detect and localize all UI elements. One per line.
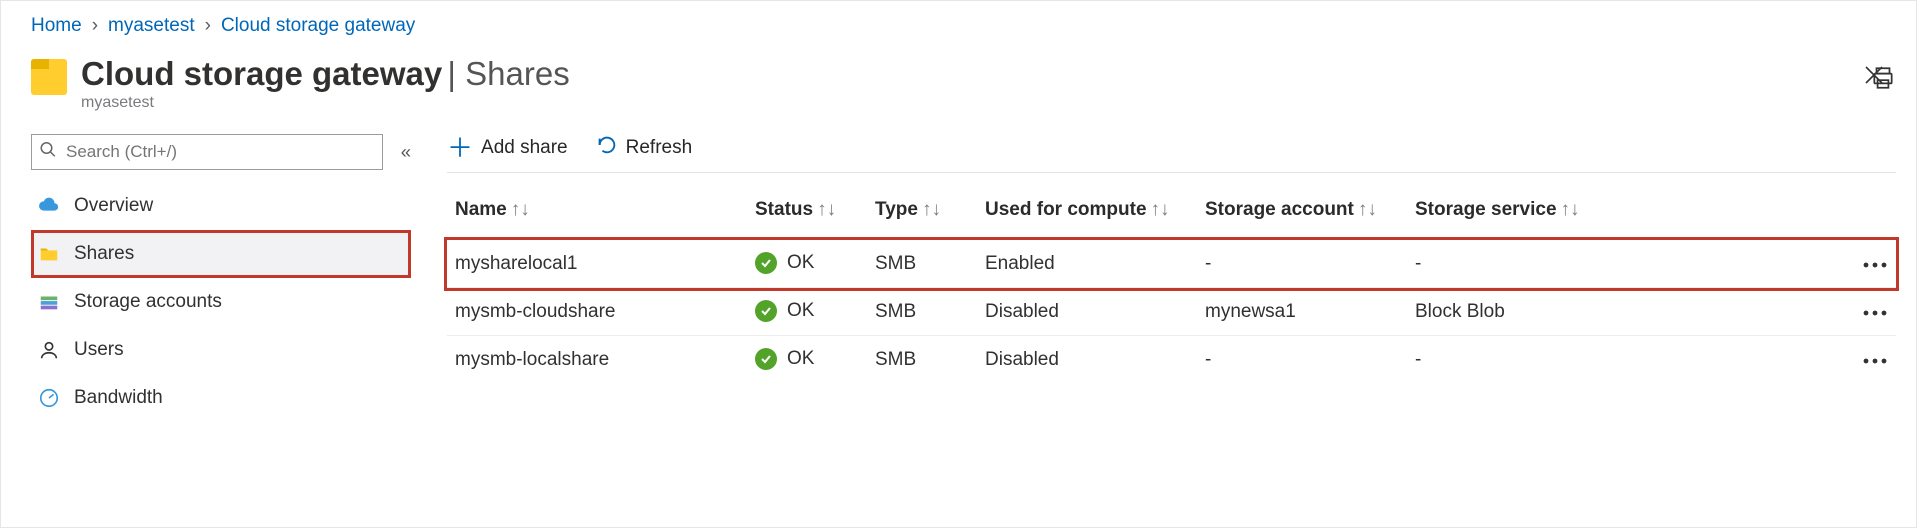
cell-status: OK — [747, 288, 867, 336]
sidebar-item-label: Shares — [74, 243, 134, 265]
cell-used: Disabled — [977, 336, 1197, 384]
page-section: | Shares — [447, 55, 569, 92]
page-subtitle: myasetest — [81, 94, 1848, 112]
cell-service: - — [1407, 336, 1846, 384]
col-account[interactable]: Storage account↑↓ — [1197, 189, 1407, 240]
col-service[interactable]: Storage service↑↓ — [1407, 189, 1846, 240]
cell-name[interactable]: mysharelocal1 — [447, 240, 747, 288]
table-row[interactable]: mysmb-localshareOKSMBDisabled-- — [447, 336, 1896, 384]
cell-service: - — [1407, 240, 1846, 288]
folder-icon — [38, 243, 60, 265]
cell-account: mynewsa1 — [1197, 288, 1407, 336]
sidebar-item-users[interactable]: Users — [31, 326, 411, 374]
cell-status: OK — [747, 240, 867, 288]
sidebar-item-overview[interactable]: Overview — [31, 182, 411, 230]
add-share-button[interactable]: ＋ Add share — [447, 137, 568, 159]
shares-table: Name↑↓ Status↑↓ Type↑↓ Used for compute↑… — [447, 189, 1896, 383]
chevron-icon: › — [92, 15, 98, 37]
sidebar: « Overview Shares Storage accounts User — [31, 134, 411, 422]
add-share-label: Add share — [481, 137, 568, 159]
refresh-label: Refresh — [626, 137, 693, 159]
refresh-icon — [596, 134, 618, 162]
breadcrumb-resource[interactable]: myasetest — [108, 15, 195, 37]
collapse-sidebar-icon[interactable]: « — [401, 141, 411, 163]
close-icon[interactable] — [1862, 63, 1886, 92]
refresh-button[interactable]: Refresh — [596, 134, 693, 162]
cell-name[interactable]: mysmb-cloudshare — [447, 288, 747, 336]
row-actions-button[interactable] — [1846, 288, 1896, 336]
ok-icon — [755, 252, 777, 274]
row-actions-button[interactable] — [1846, 336, 1896, 384]
cell-type: SMB — [867, 240, 977, 288]
breadcrumb-section[interactable]: Cloud storage gateway — [221, 15, 415, 37]
row-actions-button[interactable] — [1846, 240, 1896, 288]
page-title: Cloud storage gateway — [81, 55, 442, 92]
storage-icon — [38, 291, 60, 313]
sidebar-item-label: Bandwidth — [74, 387, 163, 409]
table-row[interactable]: mysmb-cloudshareOKSMBDisabledmynewsa1Blo… — [447, 288, 1896, 336]
chevron-icon: › — [205, 15, 211, 37]
cell-used: Disabled — [977, 288, 1197, 336]
col-used[interactable]: Used for compute↑↓ — [977, 189, 1197, 240]
table-row[interactable]: mysharelocal1OKSMBEnabled-- — [447, 240, 1896, 288]
col-name[interactable]: Name↑↓ — [447, 189, 747, 240]
col-actions — [1846, 189, 1896, 240]
breadcrumb: Home › myasetest › Cloud storage gateway — [31, 15, 1896, 37]
breadcrumb-home[interactable]: Home — [31, 15, 82, 37]
cell-status: OK — [747, 336, 867, 384]
separator — [447, 172, 1896, 173]
col-status[interactable]: Status↑↓ — [747, 189, 867, 240]
sidebar-item-label: Storage accounts — [74, 291, 222, 313]
cell-type: SMB — [867, 336, 977, 384]
search-input[interactable] — [31, 134, 383, 170]
gauge-icon — [38, 387, 60, 409]
toolbar: ＋ Add share Refresh — [447, 134, 1896, 162]
folder-icon — [31, 59, 67, 95]
sidebar-item-label: Overview — [74, 195, 153, 217]
cell-account: - — [1197, 336, 1407, 384]
user-icon — [38, 339, 60, 361]
cell-name[interactable]: mysmb-localshare — [447, 336, 747, 384]
cell-account: - — [1197, 240, 1407, 288]
col-type[interactable]: Type↑↓ — [867, 189, 977, 240]
ok-icon — [755, 300, 777, 322]
sidebar-item-storage-accounts[interactable]: Storage accounts — [31, 278, 411, 326]
cloud-icon — [38, 195, 60, 217]
sidebar-item-label: Users — [74, 339, 124, 361]
cell-type: SMB — [867, 288, 977, 336]
sidebar-item-shares[interactable]: Shares — [31, 230, 411, 278]
ok-icon — [755, 348, 777, 370]
sidebar-item-bandwidth[interactable]: Bandwidth — [31, 374, 411, 422]
cell-service: Block Blob — [1407, 288, 1846, 336]
cell-used: Enabled — [977, 240, 1197, 288]
